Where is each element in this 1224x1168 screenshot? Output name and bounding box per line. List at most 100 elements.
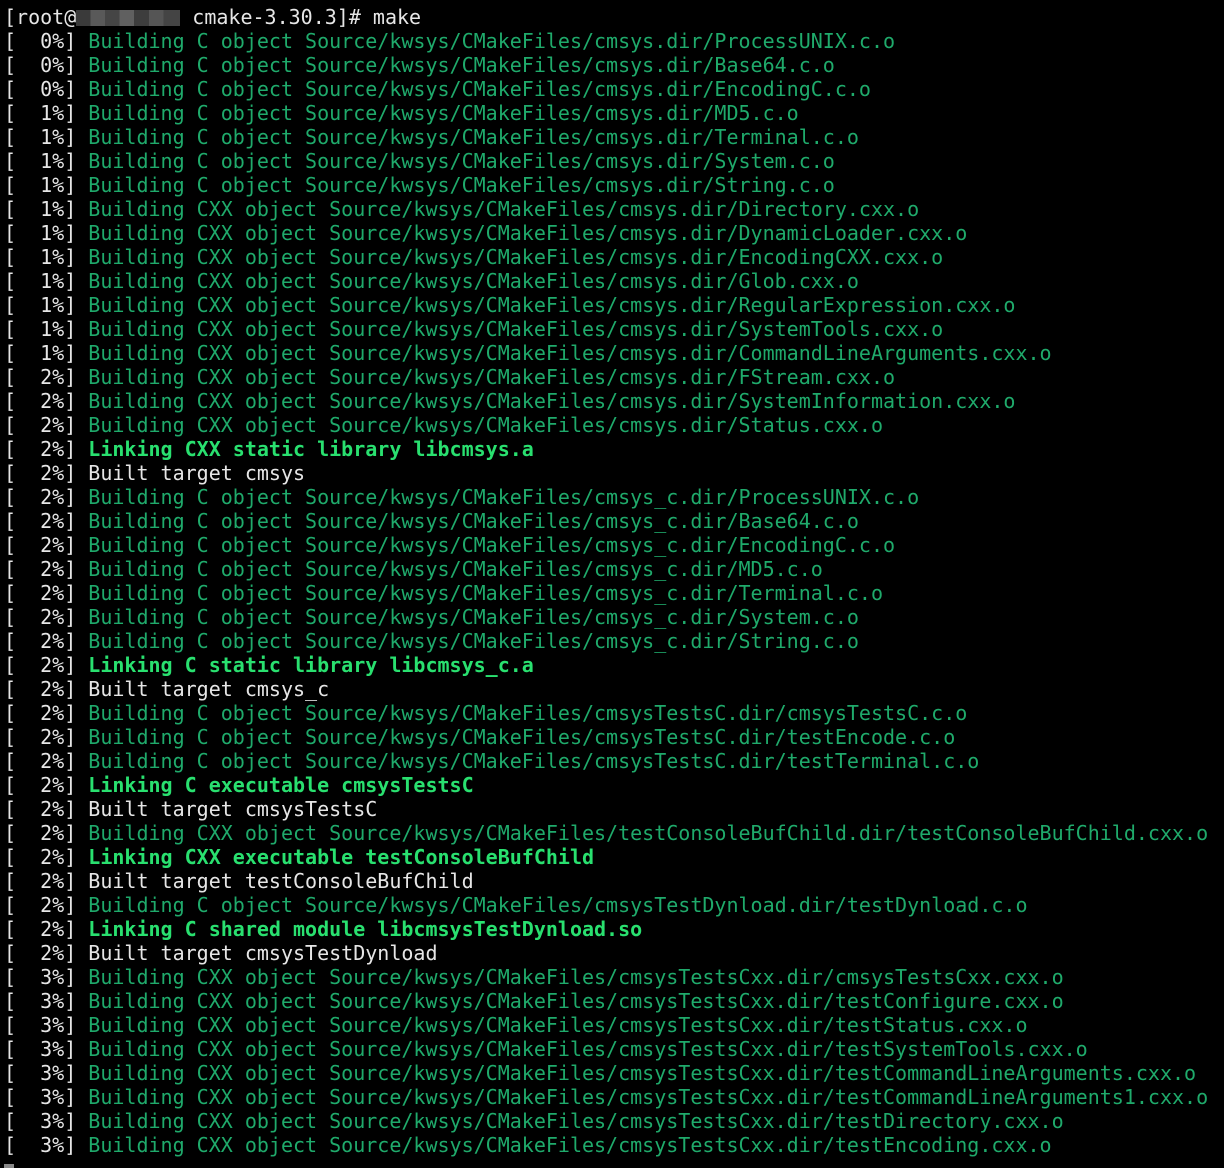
- output-line: [ 1%] Building CXX object Source/kwsys/C…: [4, 269, 1224, 293]
- progress-percent: [ 1%]: [4, 221, 89, 245]
- build-message: Built target cmsys: [88, 461, 306, 485]
- output-line: [ 3%] Building CXX object Source/kwsys/C…: [4, 1085, 1224, 1109]
- progress-percent: [ 1%]: [4, 101, 89, 125]
- output-line: [ 2%] Building C object Source/kwsys/CMa…: [4, 701, 1224, 725]
- progress-percent: [ 3%]: [4, 1133, 89, 1157]
- output-line: [ 2%] Building CXX object Source/kwsys/C…: [4, 365, 1224, 389]
- build-message: Building CXX object Source/kwsys/CMakeFi…: [88, 317, 944, 341]
- progress-percent: [ 2%]: [4, 365, 89, 389]
- build-output: [ 0%] Building C object Source/kwsys/CMa…: [4, 29, 1224, 1157]
- terminal-window[interactable]: [root@ cmake-3.30.3]# make [ 0%] Buildin…: [0, 5, 1224, 1168]
- output-line: [ 1%] Building C object Source/kwsys/CMa…: [4, 149, 1224, 173]
- output-line: [ 3%] Building CXX object Source/kwsys/C…: [4, 1037, 1224, 1061]
- build-message: Built target cmsysTestDynload: [88, 941, 438, 965]
- progress-percent: [ 2%]: [4, 389, 89, 413]
- build-message: Building CXX object Source/kwsys/CMakeFi…: [88, 365, 896, 389]
- progress-percent: [ 2%]: [4, 509, 89, 533]
- output-line: [ 2%] Built target cmsys: [4, 461, 1224, 485]
- build-message: Building CXX object Source/kwsys/CMakeFi…: [88, 1013, 1028, 1037]
- prompt-prefix: [root@: [4, 5, 77, 29]
- progress-percent: [ 1%]: [4, 341, 89, 365]
- output-line: [ 2%] Building C object Source/kwsys/CMa…: [4, 749, 1224, 773]
- progress-percent: [ 1%]: [4, 317, 89, 341]
- output-line: [ 3%] Building CXX object Source/kwsys/C…: [4, 965, 1224, 989]
- build-message: Building C object Source/kwsys/CMakeFile…: [88, 605, 859, 629]
- output-line: [ 3%] Building CXX object Source/kwsys/C…: [4, 1109, 1224, 1133]
- build-message: Building CXX object Source/kwsys/CMakeFi…: [88, 293, 1016, 317]
- build-message: Building CXX object Source/kwsys/CMakeFi…: [88, 221, 968, 245]
- build-message: Building C object Source/kwsys/CMakeFile…: [88, 485, 920, 509]
- output-line: [ 2%] Built target cmsysTestDynload: [4, 941, 1224, 965]
- build-message: Building C object Source/kwsys/CMakeFile…: [88, 725, 956, 749]
- output-line: [ 2%] Built target testConsoleBufChild: [4, 869, 1224, 893]
- output-line: [ 2%] Building C object Source/kwsys/CMa…: [4, 485, 1224, 509]
- progress-percent: [ 2%]: [4, 413, 89, 437]
- build-message: Built target cmsysTestsC: [88, 797, 378, 821]
- build-message: Building CXX object Source/kwsys/CMakeFi…: [88, 413, 884, 437]
- progress-percent: [ 2%]: [4, 917, 89, 941]
- progress-percent: [ 2%]: [4, 701, 89, 725]
- build-message: Linking C shared module libcmsysTestDynl…: [88, 917, 643, 941]
- output-line: [ 1%] Building CXX object Source/kwsys/C…: [4, 197, 1224, 221]
- output-line: [ 1%] Building C object Source/kwsys/CMa…: [4, 125, 1224, 149]
- build-message: Building CXX object Source/kwsys/CMakeFi…: [88, 1133, 1052, 1157]
- progress-percent: [ 1%]: [4, 245, 89, 269]
- progress-percent: [ 3%]: [4, 1013, 89, 1037]
- output-line: [ 2%] Linking C static library libcmsys_…: [4, 653, 1224, 677]
- progress-percent: [ 1%]: [4, 197, 89, 221]
- build-message: Building C object Source/kwsys/CMakeFile…: [88, 749, 980, 773]
- progress-percent: [ 0%]: [4, 53, 89, 77]
- output-line: [ 2%] Built target cmsys_c: [4, 677, 1224, 701]
- progress-percent: [ 1%]: [4, 125, 89, 149]
- progress-percent: [ 3%]: [4, 1061, 89, 1085]
- progress-percent: [ 0%]: [4, 77, 89, 101]
- progress-percent: [ 2%]: [4, 797, 89, 821]
- build-message: Building C object Source/kwsys/CMakeFile…: [88, 581, 884, 605]
- progress-percent: [ 3%]: [4, 1085, 89, 1109]
- progress-percent: [ 1%]: [4, 269, 89, 293]
- build-message: Building CXX object Source/kwsys/CMakeFi…: [88, 197, 920, 221]
- progress-percent: [ 2%]: [4, 821, 89, 845]
- progress-percent: [ 1%]: [4, 293, 89, 317]
- progress-percent: [ 2%]: [4, 725, 89, 749]
- output-line: [ 1%] Building CXX object Source/kwsys/C…: [4, 317, 1224, 341]
- output-line: [ 3%] Building CXX object Source/kwsys/C…: [4, 1133, 1224, 1157]
- progress-percent: [ 2%]: [4, 677, 89, 701]
- build-message: Building C object Source/kwsys/CMakeFile…: [88, 77, 871, 101]
- output-line: [ 3%] Building CXX object Source/kwsys/C…: [4, 1061, 1224, 1085]
- build-message: Building CXX object Source/kwsys/CMakeFi…: [88, 1037, 1088, 1061]
- build-message: Linking C executable cmsysTestsC: [88, 773, 474, 797]
- progress-percent: [ 0%]: [4, 29, 89, 53]
- output-line: [ 2%] Building CXX object Source/kwsys/C…: [4, 413, 1224, 437]
- output-line: [ 3%] Building CXX object Source/kwsys/C…: [4, 989, 1224, 1013]
- build-message: Building CXX object Source/kwsys/CMakeFi…: [88, 341, 1052, 365]
- output-line: [ 2%] Linking CXX static library libcmsy…: [4, 437, 1224, 461]
- progress-percent: [ 2%]: [4, 461, 89, 485]
- output-line: [ 2%] Building CXX object Source/kwsys/C…: [4, 821, 1224, 845]
- progress-percent: [ 2%]: [4, 557, 89, 581]
- progress-percent: [ 1%]: [4, 149, 89, 173]
- build-message: Building C object Source/kwsys/CMakeFile…: [88, 557, 823, 581]
- build-message: Building CXX object Source/kwsys/CMakeFi…: [88, 245, 944, 269]
- output-line: [ 1%] Building C object Source/kwsys/CMa…: [4, 101, 1224, 125]
- build-message: Built target cmsys_c: [88, 677, 330, 701]
- build-message: Building C object Source/kwsys/CMakeFile…: [88, 53, 835, 77]
- output-line: [ 2%] Building C object Source/kwsys/CMa…: [4, 725, 1224, 749]
- build-message: Building CXX object Source/kwsys/CMakeFi…: [88, 989, 1064, 1013]
- build-message: Building C object Source/kwsys/CMakeFile…: [88, 629, 859, 653]
- build-message: Building CXX object Source/kwsys/CMakeFi…: [88, 1085, 1209, 1109]
- build-message: Linking C static library libcmsys_c.a: [88, 653, 534, 677]
- build-message: Building CXX object Source/kwsys/CMakeFi…: [88, 269, 859, 293]
- output-line: [ 0%] Building C object Source/kwsys/CMa…: [4, 77, 1224, 101]
- build-message: Building C object Source/kwsys/CMakeFile…: [88, 533, 896, 557]
- build-message: Building CXX object Source/kwsys/CMakeFi…: [88, 1109, 1064, 1133]
- output-line: [ 2%] Linking CXX executable testConsole…: [4, 845, 1224, 869]
- build-message: Linking CXX executable testConsoleBufChi…: [88, 845, 595, 869]
- build-message: Building CXX object Source/kwsys/CMakeFi…: [88, 389, 1016, 413]
- build-message: Building C object Source/kwsys/CMakeFile…: [88, 29, 896, 53]
- progress-percent: [ 2%]: [4, 749, 89, 773]
- build-message: Building C object Source/kwsys/CMakeFile…: [88, 701, 968, 725]
- prompt-command: cmake-3.30.3]# make: [180, 5, 422, 29]
- progress-percent: [ 2%]: [4, 869, 89, 893]
- output-line: [ 1%] Building CXX object Source/kwsys/C…: [4, 245, 1224, 269]
